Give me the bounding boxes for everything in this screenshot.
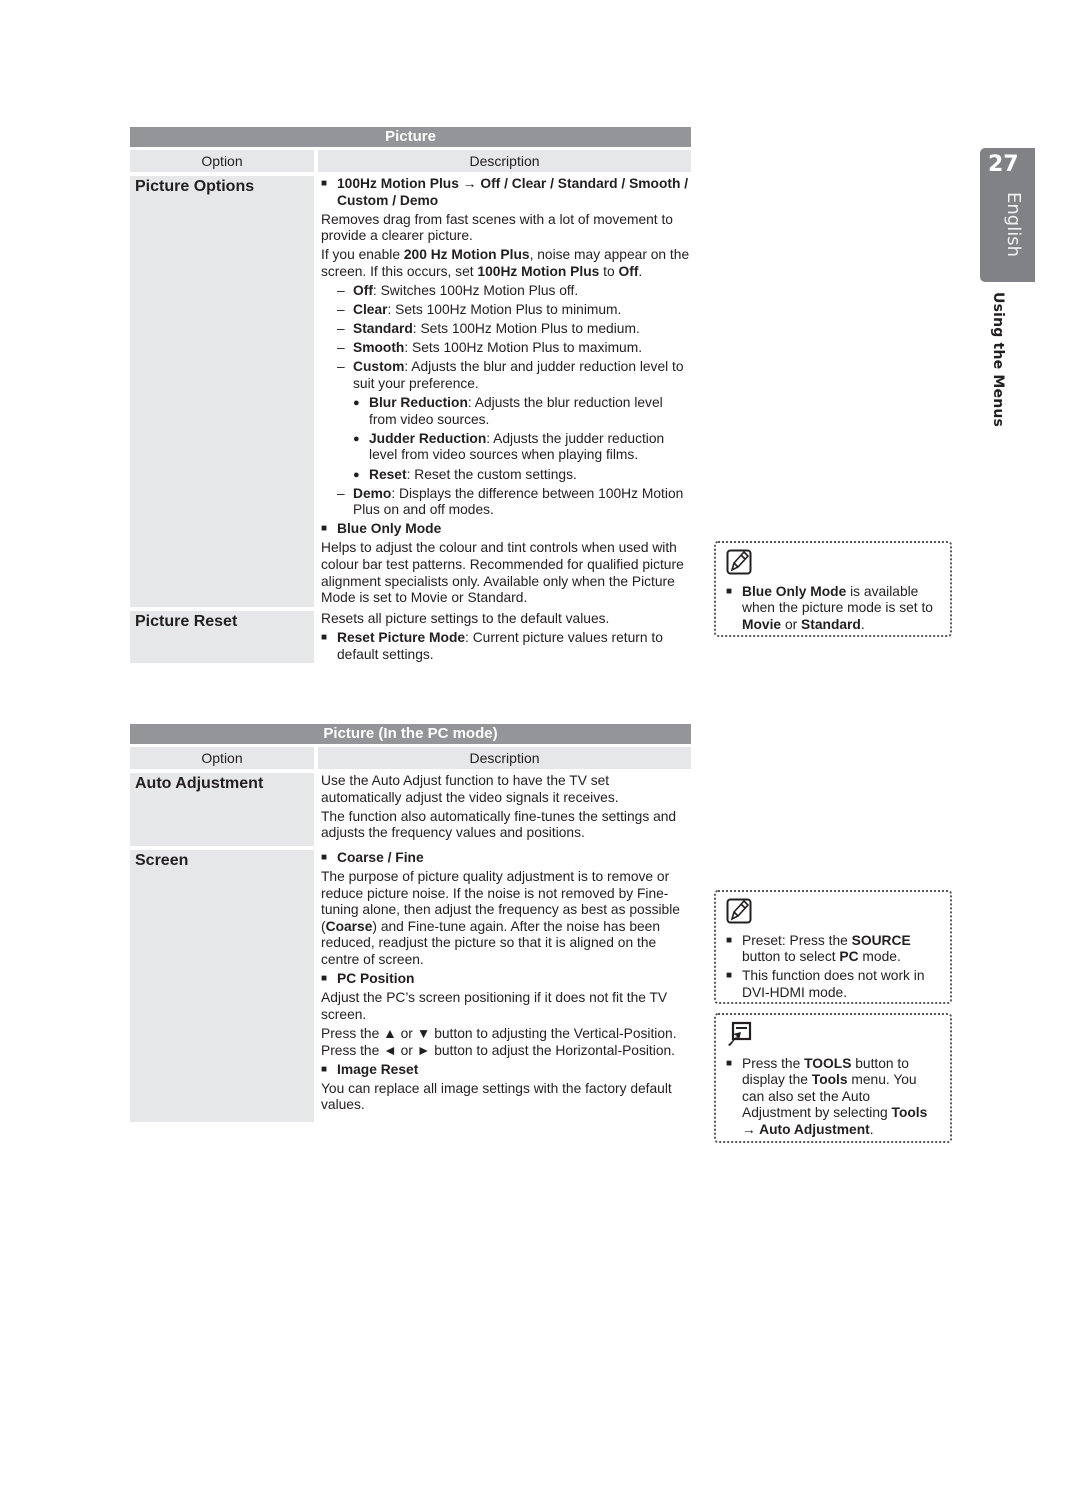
dot-item: ● Reset: Reset the custom settings. xyxy=(353,466,577,482)
paragraph: Press the ◄ or ► button to adjust the Ho… xyxy=(321,1042,676,1058)
square-bullet-icon: ■ xyxy=(321,852,328,863)
square-bullet-icon: ■ xyxy=(726,970,733,982)
table-header: Option Description xyxy=(130,150,691,172)
bullet-item: ■ Image Reset xyxy=(321,1061,419,1077)
option-label: Picture Reset xyxy=(130,611,314,663)
paragraph: Use the Auto Adjust function to have the… xyxy=(321,773,619,805)
column-header-option: Option xyxy=(130,747,314,769)
square-bullet-icon: ■ xyxy=(726,585,733,597)
bullet-item: ■ Reset Picture Mode: Current picture val… xyxy=(321,630,663,662)
table-row: Auto Adjustment Use the Auto Adjust func… xyxy=(130,773,691,846)
dot-bullet-icon: ● xyxy=(353,432,360,445)
table-title: Picture (In the PC mode) xyxy=(130,724,691,744)
option-label: Picture Options xyxy=(130,176,314,607)
bullet-item: ■ 100Hz Motion Plus → Off / Clear / Stand… xyxy=(321,176,691,209)
table-row: Screen ■ Coarse / Fine The purpose of pic… xyxy=(130,850,691,1122)
square-bullet-icon: ■ xyxy=(321,632,328,644)
dash-item: – Off: Switches 100Hz Motion Plus off. xyxy=(337,283,579,299)
square-bullet-icon: ■ xyxy=(321,1063,328,1075)
paragraph: If you enable 200 Hz Motion Plus, noise … xyxy=(321,247,690,279)
option-description: Use the Auto Adjust function to have the… xyxy=(318,773,691,846)
dot-bullet-icon: ● xyxy=(353,397,360,410)
table-row: Picture Reset Resets all picture setting… xyxy=(130,611,691,663)
note-item: ■ This function does not work in DVI-HDMI… xyxy=(726,968,925,1000)
bullet-item: ■ Blue Only Mode xyxy=(321,521,442,537)
note-pencil-icon xyxy=(726,549,752,575)
dash-item: – Smooth: Sets 100Hz Motion Plus to maxim… xyxy=(337,340,643,356)
square-bullet-icon: ■ xyxy=(321,523,328,535)
tools-icon xyxy=(728,1021,752,1046)
note-item: ■ Preset: Press the SOURCE button to sele… xyxy=(726,932,911,965)
bullet-item: ■ PC Position xyxy=(321,971,415,987)
note-box: ■ Preset: Press the SOURCE button to sele… xyxy=(714,890,952,1004)
column-header-description: Description xyxy=(318,747,691,769)
dash-item: – Clear: Sets 100Hz Motion Plus to minimu… xyxy=(337,302,622,318)
column-header-description: Description xyxy=(318,150,691,172)
dot-item: ● Blur Reduction: Adjusts the blur reduct… xyxy=(353,395,663,427)
dash-item: – Demo: Displays the difference between 1… xyxy=(337,485,684,518)
paragraph: Helps to adjust the colour and tint cont… xyxy=(321,540,684,606)
page-tab: 27 English xyxy=(980,148,1035,282)
dot-item: ● Judder Reduction: Adjusts the judder re… xyxy=(353,430,665,463)
language-label: English xyxy=(1003,192,1024,257)
bullet-item: ■ Coarse / Fine xyxy=(321,850,424,865)
paragraph: Resets all picture settings to the defau… xyxy=(321,611,610,626)
option-description: Resets all picture settings to the defau… xyxy=(318,611,691,663)
dash-item: – Standard: Sets 100Hz Motion Plus to med… xyxy=(337,321,640,337)
table-header: Option Description xyxy=(130,747,691,769)
dash-item: – Custom: Adjusts the blur and judder red… xyxy=(337,359,684,392)
option-description: ■ 100Hz Motion Plus → Off / Clear / Stand… xyxy=(318,176,691,607)
column-header-option: Option xyxy=(130,150,314,172)
table-row: Picture Options ■ 100Hz Motion Plus → Off… xyxy=(130,176,691,607)
picture-pc-mode-table: Picture (In the PC mode) Option Descript… xyxy=(130,724,691,1122)
item-heading: 100Hz Motion Plus xyxy=(337,176,459,191)
option-label: Auto Adjustment xyxy=(130,773,314,846)
paragraph: The function also automatically fine-tun… xyxy=(321,808,677,841)
square-bullet-icon: ■ xyxy=(321,973,328,985)
picture-table: Picture Option Description Picture Optio… xyxy=(130,127,691,663)
note-item: ■ Blue Only Mode is available when the pi… xyxy=(726,583,933,632)
page-number: 27 xyxy=(988,152,1019,177)
square-bullet-icon: ■ xyxy=(726,1057,733,1069)
square-bullet-icon: ■ xyxy=(726,934,733,946)
note-box: ■ Blue Only Mode is available when the pi… xyxy=(714,541,952,637)
paragraph: You can replace all image settings with … xyxy=(321,1080,672,1113)
paragraph: Removes drag from fast scenes with a lot… xyxy=(321,211,673,244)
square-bullet-icon: ■ xyxy=(321,178,328,189)
dot-bullet-icon: ● xyxy=(353,468,360,481)
option-description: ■ Coarse / Fine The purpose of picture qu… xyxy=(318,850,691,1122)
tools-note-box: ■ Press the TOOLS button to display the T… xyxy=(714,1013,952,1143)
table-title: Picture xyxy=(130,127,691,147)
paragraph: The purpose of picture quality adjustmen… xyxy=(321,869,680,968)
paragraph: Press the ▲ or ▼ button to adjusting the… xyxy=(321,1025,677,1041)
option-label: Screen xyxy=(130,850,314,1122)
paragraph: Adjust the PC’s screen positioning if it… xyxy=(321,990,668,1022)
note-item: ■ Press the TOOLS button to display the T… xyxy=(726,1055,928,1137)
note-pencil-icon xyxy=(726,898,752,924)
section-label: Using the Menus xyxy=(990,292,1006,428)
